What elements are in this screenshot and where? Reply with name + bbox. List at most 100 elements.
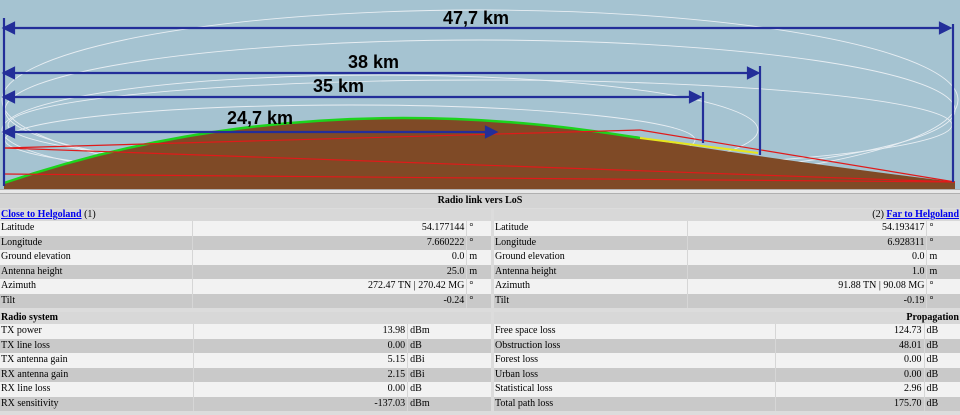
row-unit: dB <box>410 383 422 394</box>
row-value: 5.15 <box>194 353 409 368</box>
table-row: RX line loss 0.00 dB <box>0 382 491 397</box>
table-row: Antenna height 1.0 m <box>494 264 960 279</box>
site-1-header: Close to Helgoland (1) <box>0 209 491 221</box>
row-unit: dB <box>926 397 939 409</box>
row-unit: dB <box>926 383 939 394</box>
row-unit: m <box>469 251 478 262</box>
table-row: Longitude 6.928311 ° <box>494 235 960 250</box>
table-row: Ground elevation 0.0 m <box>0 250 491 265</box>
row-label: Total path loss <box>494 396 776 411</box>
row-unit: m <box>929 265 938 277</box>
row-unit: dBi <box>410 368 425 380</box>
row-unit: dB <box>926 339 939 351</box>
site-1-panel: Close to Helgoland (1) Latitude 54.177144… <box>0 209 491 308</box>
row-value: 0.00 <box>776 353 925 368</box>
radio-system-header: Radio system <box>0 312 491 324</box>
row-unit: ° <box>929 280 934 291</box>
row-unit: dBm <box>410 397 430 409</box>
row-label: Antenna height <box>494 264 689 279</box>
row-value: 0.00 <box>194 338 409 353</box>
table-row: Urban loss 0.00 dB <box>494 367 960 382</box>
row-label: Obstruction loss <box>494 338 776 353</box>
row-label: Azimuth <box>494 279 689 294</box>
table-row: Azimuth 272.47 TN | 270.42 MG ° <box>0 279 491 294</box>
row-value: 13.98 <box>194 324 409 339</box>
distance-label-38km: 38 km <box>348 52 400 72</box>
row-label: TX line loss <box>0 338 195 353</box>
row-value: 91.88 TN | 90.08 MG <box>688 279 928 294</box>
distance-label-35km: 35 km <box>313 76 365 96</box>
table-row: Forest loss 0.00 dB <box>494 353 960 368</box>
row-label: Ground elevation <box>0 250 194 265</box>
row-unit: ° <box>929 236 934 248</box>
row-value: 175.70 <box>776 396 925 411</box>
row-value: 2.15 <box>194 367 409 382</box>
row-label: Statistical loss <box>494 382 776 397</box>
row-label: Azimuth <box>0 279 194 294</box>
table-row: TX antenna gain 5.15 dBi <box>0 353 491 368</box>
table-row: Latitude 54.193417 ° <box>494 221 960 236</box>
row-value: 0.0 <box>193 250 468 265</box>
row-value: 0.00 <box>194 382 409 397</box>
table-row: Tilt -0.19 ° <box>494 293 960 308</box>
row-label: TX power <box>0 324 195 339</box>
table-row: TX line loss 0.00 dB <box>0 338 491 353</box>
site-1-link[interactable]: Close to Helgoland <box>1 209 82 220</box>
row-unit: dB <box>926 325 939 336</box>
row-unit: m <box>929 251 938 262</box>
row-value: -0.19 <box>688 293 928 308</box>
report-title: Radio link vers LoS <box>0 194 960 208</box>
table-row: Ground elevation 0.0 m <box>494 250 960 265</box>
row-value: 7.660222 <box>193 235 468 250</box>
row-unit: ° <box>929 294 934 306</box>
row-label: RX line loss <box>0 382 195 397</box>
row-label: Tilt <box>0 293 194 308</box>
row-value: 0.0 <box>688 250 928 265</box>
row-label: Longitude <box>0 235 194 250</box>
table-row: Tilt -0.24 ° <box>0 293 491 308</box>
site-1-table: Latitude 54.177144 ° Longitude 7.660222 ° Grou… <box>0 221 491 308</box>
table-row: Longitude 7.660222 ° <box>0 235 491 250</box>
table-row: RX sensitivity -137.03 dBm <box>0 396 491 411</box>
row-unit: ° <box>929 222 934 233</box>
row-label: Antenna height <box>0 264 194 279</box>
propagation-header: Propagation <box>494 312 960 324</box>
propagation-table: Free space loss 124.73 dB Obstruction loss 4… <box>494 324 960 411</box>
row-label: TX antenna gain <box>0 353 195 368</box>
table-row: Antenna height 25.0 m <box>0 264 491 279</box>
radio-system-panel: Radio system TX power 13.98 dBm TX line los… <box>0 312 491 411</box>
table-row: Statistical loss 2.96 dB <box>494 382 960 397</box>
row-unit: ° <box>469 280 474 291</box>
row-label: Tilt <box>494 293 689 308</box>
row-unit: m <box>469 265 478 277</box>
row-value: 1.0 <box>688 264 928 279</box>
row-unit: dB <box>926 368 939 380</box>
radio-system-table: TX power 13.98 dBm TX line loss 0.00 dB TX ant… <box>0 324 491 411</box>
distance-label-24km: 24,7 km <box>227 108 294 128</box>
elevation-profile <box>0 0 960 192</box>
row-label: Longitude <box>494 235 689 250</box>
site-2-table: Latitude 54.193417 ° Longitude 6.928311 ° Grou… <box>494 221 960 308</box>
row-value: 124.73 <box>776 324 925 339</box>
row-label: Urban loss <box>494 367 776 382</box>
site-2-link[interactable]: Far to Helgoland <box>886 209 959 220</box>
row-value: -137.03 <box>194 396 409 411</box>
row-label: Latitude <box>0 221 194 236</box>
row-value: 6.928311 <box>688 235 928 250</box>
row-label: Latitude <box>494 221 689 236</box>
row-unit: ° <box>469 222 474 233</box>
row-value: 25.0 <box>193 264 468 279</box>
row-label: Forest loss <box>494 353 776 368</box>
row-unit: ° <box>469 236 474 248</box>
table-row: Free space loss 124.73 dB <box>494 324 960 339</box>
row-value: 48.01 <box>776 338 925 353</box>
site-2-index: (2) <box>872 209 884 220</box>
row-label: RX sensitivity <box>0 396 195 411</box>
table-row: RX antenna gain 2.15 dBi <box>0 367 491 382</box>
table-row: Latitude 54.177144 ° <box>0 221 491 236</box>
row-value: 54.177144 <box>193 221 468 236</box>
row-unit: ° <box>469 294 474 306</box>
row-value: 54.193417 <box>688 221 928 236</box>
row-label: Ground elevation <box>494 250 689 265</box>
site-1-index: (1) <box>84 209 96 220</box>
